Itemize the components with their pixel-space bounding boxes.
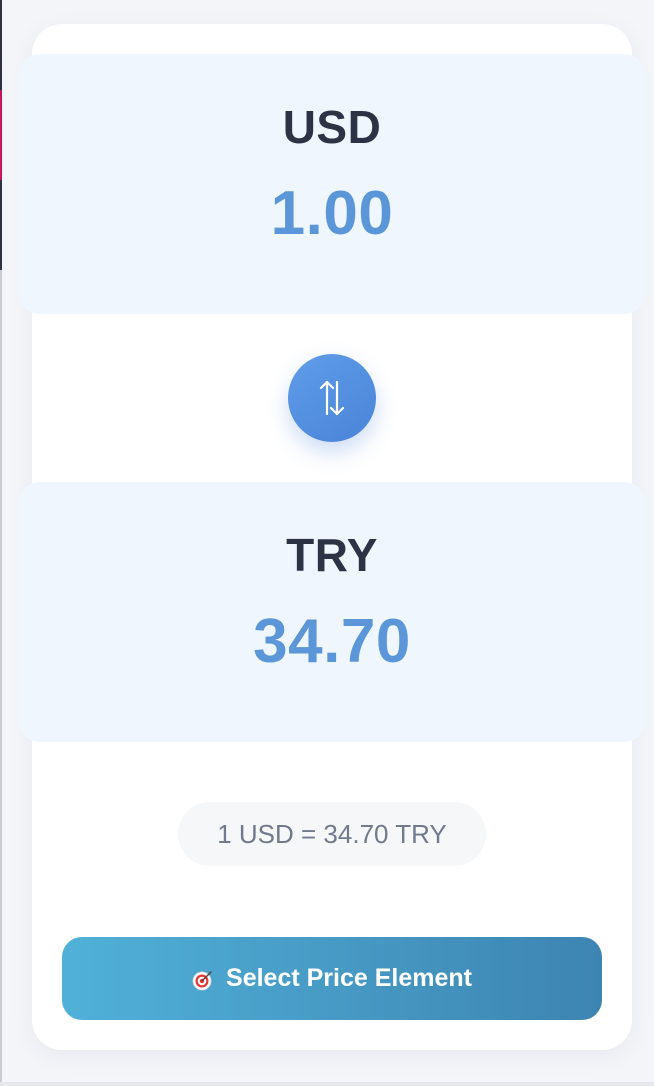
- swap-button[interactable]: [288, 354, 376, 442]
- from-currency-code: USD: [282, 101, 382, 153]
- from-amount[interactable]: 1.00: [18, 178, 646, 249]
- window-bottom-edge: [0, 1082, 654, 1086]
- select-price-element-label: Select Price Element: [226, 964, 472, 992]
- target-icon: [192, 969, 214, 991]
- to-currency-code: TRY: [286, 529, 378, 581]
- window-edge-light: [0, 270, 2, 1086]
- to-amount: 34.70: [253, 607, 411, 676]
- window-edge: [0, 0, 2, 1086]
- to-currency-panel[interactable]: TRY 34.70: [18, 482, 646, 742]
- exchange-rate-badge: 1 USD = 34.70 TRY: [178, 802, 486, 866]
- window-edge-accent: [0, 90, 2, 180]
- select-price-element-button[interactable]: Select Price Element: [62, 937, 602, 1020]
- from-currency-panel[interactable]: USD 1.00: [18, 54, 646, 314]
- swap-vertical-arrows-icon: [317, 378, 347, 418]
- exchange-rate-text: 1 USD = 34.70 TRY: [217, 818, 447, 849]
